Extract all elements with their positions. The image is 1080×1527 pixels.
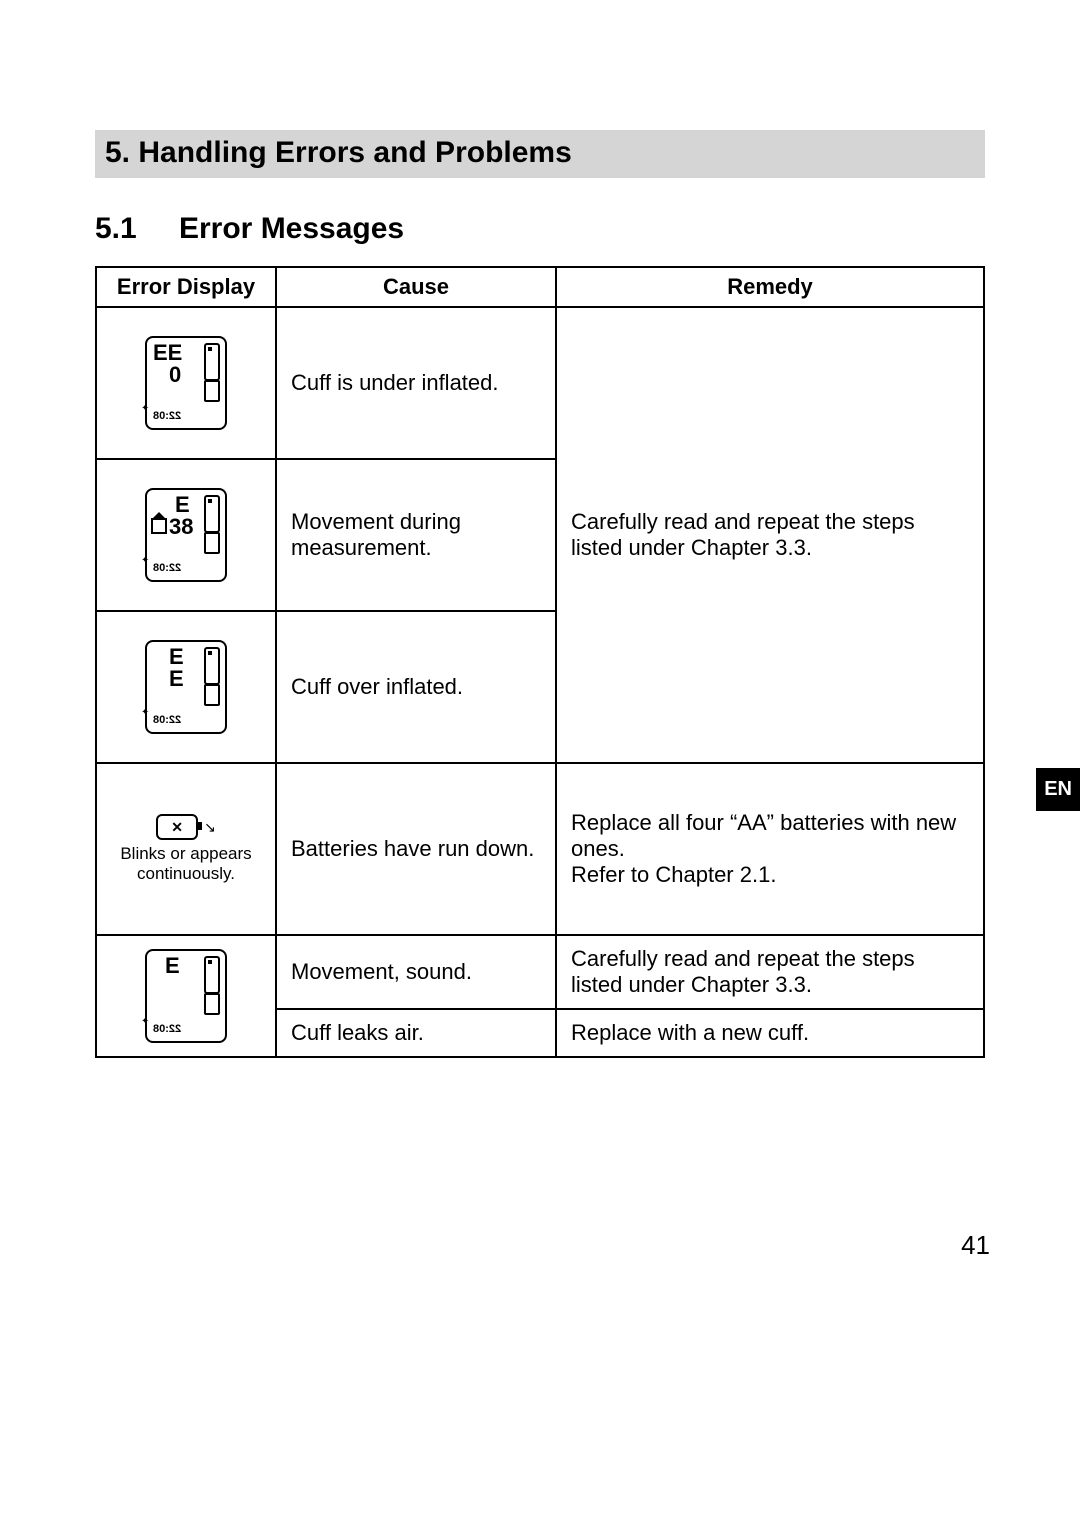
- error-display-icon: EE 0 ✦ 22:08: [111, 336, 261, 430]
- error-display-icon: E ✦ 22:08: [111, 949, 261, 1043]
- cause-cell: Cuff leaks air.: [276, 1009, 556, 1057]
- section-heading: 5.1Error Messages: [95, 212, 985, 246]
- error-display-icon: E 38 ✦ 22:08: [111, 488, 261, 582]
- error-display-icon: E E ✦ 22:08: [111, 640, 261, 734]
- lcd-line1: E: [165, 955, 180, 977]
- header-remedy: Remedy: [556, 267, 984, 307]
- table-row: ✕ ↘ Blinks or appears continuously. Batt…: [96, 763, 984, 935]
- lcd-line1: E: [175, 494, 190, 516]
- language-tab: EN: [1036, 768, 1080, 811]
- cause-cell: Cuff is under inflated.: [276, 307, 556, 459]
- remedy-cell: Replace with a new cuff.: [556, 1009, 984, 1057]
- section-number: 5.1: [95, 212, 179, 246]
- remedy-line: Replace all four “AA” batteries with new…: [571, 810, 956, 861]
- lcd-line2: 38: [169, 516, 193, 538]
- lcd-date: 22:08: [153, 563, 181, 574]
- page-number: 41: [961, 1230, 990, 1261]
- table-row: EE 0 ✦ 22:08 Cuff is under inflated. Car…: [96, 307, 984, 459]
- section-title: Error Messages: [179, 212, 404, 245]
- table-header-row: Error Display Cause Remedy: [96, 267, 984, 307]
- lcd-line1: E: [169, 646, 184, 668]
- error-display-icon: ✕ ↘ Blinks or appears continuously.: [111, 814, 261, 883]
- remedy-cell: Carefully read and repeat the steps list…: [556, 935, 984, 1009]
- cause-cell: Batteries have run down.: [276, 763, 556, 935]
- table-row: E ✦ 22:08 Movement, sound. Carefully rea…: [96, 935, 984, 1009]
- lcd-line2: 0: [169, 364, 181, 386]
- arrow-icon: ↘: [204, 820, 216, 834]
- remedy-cell: Carefully read and repeat the steps list…: [556, 307, 984, 763]
- lcd-icon: E ✦ 22:08: [145, 949, 227, 1043]
- lcd-date: 22:08: [153, 1024, 181, 1035]
- cause-cell: Cuff over inflated.: [276, 611, 556, 763]
- lcd-date: 22:08: [153, 715, 181, 726]
- error-messages-table: Error Display Cause Remedy EE 0 ✦ 22:08 …: [95, 266, 985, 1058]
- lcd-line2: E: [169, 668, 184, 690]
- header-cause: Cause: [276, 267, 556, 307]
- lcd-line1: EE: [153, 342, 182, 364]
- lcd-icon: E 38 ✦ 22:08: [145, 488, 227, 582]
- remedy-cell: Replace all four “AA” batteries with new…: [556, 763, 984, 935]
- cause-cell: Movement during measurement.: [276, 459, 556, 611]
- display-caption: Blinks or appears continuously.: [111, 844, 261, 883]
- remedy-line: Refer to Chapter 2.1.: [571, 862, 776, 887]
- cause-cell: Movement, sound.: [276, 935, 556, 1009]
- chapter-heading: 5. Handling Errors and Problems: [95, 130, 985, 178]
- lcd-icon: EE 0 ✦ 22:08: [145, 336, 227, 430]
- heart-icon: [151, 518, 167, 534]
- lcd-date: 22:08: [153, 411, 181, 422]
- header-display: Error Display: [96, 267, 276, 307]
- lcd-icon: E E ✦ 22:08: [145, 640, 227, 734]
- battery-icon: ✕: [156, 814, 198, 840]
